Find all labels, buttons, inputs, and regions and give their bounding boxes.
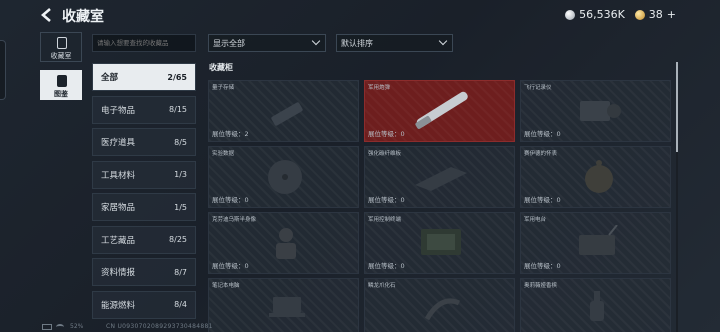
page-title: 收藏室 — [62, 9, 104, 25]
bust-statue-icon — [276, 228, 296, 259]
laptop-icon — [269, 297, 305, 317]
item-card[interactable]: 克劳迪乌斯半身像 展位等级：0 — [208, 212, 359, 274]
add-currency-button[interactable]: + — [667, 8, 676, 21]
category-item[interactable]: 工艺藏品 8/25 — [92, 225, 196, 254]
category-list: 全部 2/65 电子物品 8/15 医疗道具 8/5 工具材料 1/3 家居物品 1/5 … — [92, 63, 196, 323]
quantum-storage-icon — [271, 102, 303, 126]
item-name: 军用电台 — [524, 217, 547, 223]
category-count: 8/7 — [174, 267, 187, 277]
item-name: 实验数据 — [212, 151, 235, 157]
category-item[interactable]: 家居物品 1/5 — [92, 193, 196, 221]
military-radio-icon — [579, 225, 618, 255]
champagne-bottle-icon — [590, 291, 604, 321]
tab-label: 收藏室 — [50, 52, 72, 60]
item-name: 赛伊德的怀表 — [524, 151, 558, 157]
category-label: 资料情报 — [101, 268, 136, 278]
category-item[interactable]: 电子物品 8/15 — [92, 95, 196, 124]
silver-amount: 56,536K — [579, 8, 625, 21]
item-card[interactable]: 赛伊德的怀表 展位等级：0 — [520, 146, 671, 208]
item-name: 奥莉薇娅香槟 — [524, 283, 558, 289]
user-id: CN U0930702089293730484881 — [106, 323, 213, 330]
search-input[interactable] — [92, 34, 196, 52]
battery-icon — [42, 324, 52, 330]
flight-recorder-icon — [580, 101, 621, 121]
item-name: 笔记本电脑 — [212, 283, 240, 289]
item-level: 展位等级：0 — [524, 130, 561, 138]
artillery-shell-icon — [415, 91, 468, 129]
section-title: 收藏柜 — [209, 63, 233, 72]
category-count: 8/15 — [169, 105, 187, 114]
chevron-down-icon — [311, 36, 321, 46]
wifi-icon — [56, 324, 64, 330]
category-item[interactable]: 全部 2/65 — [92, 63, 196, 91]
display-filter-dropdown[interactable]: 显示全部 — [208, 34, 326, 52]
category-count: 8/5 — [174, 137, 187, 147]
item-name: 军用炮弹 — [368, 85, 391, 91]
category-label: 工艺藏品 — [101, 235, 136, 246]
status-bar: 52% CN U0930702089293730484881 — [0, 322, 720, 332]
dragon-claw-fossil-icon — [424, 298, 461, 321]
category-label: 电子物品 — [101, 105, 136, 116]
item-level: 展位等级：0 — [212, 196, 249, 204]
tab-collection-room[interactable]: 收藏室 — [40, 32, 82, 62]
item-name: 军用控制终端 — [368, 217, 402, 223]
military-terminal-icon — [421, 229, 461, 255]
category-label: 家居物品 — [101, 203, 136, 213]
pocket-watch-icon — [585, 160, 613, 193]
item-level: 展位等级：0 — [368, 130, 405, 138]
item-name: 克劳迪乌斯半身像 — [212, 217, 257, 223]
silver-coin-icon — [565, 9, 576, 20]
currency-display: 56,536K 38 + — [565, 8, 676, 21]
category-item[interactable]: 医疗道具 8/5 — [92, 128, 196, 156]
item-name: 强化碳纤维板 — [368, 151, 402, 157]
tab-catalog[interactable]: 图鉴 — [40, 70, 82, 100]
item-name: 飞行记录仪 — [524, 85, 552, 91]
sort-value: 默认排序 — [341, 39, 373, 48]
catalog-book-icon — [57, 75, 67, 87]
top-bar: 收藏室 56,536K 38 + — [0, 0, 720, 30]
collection-room-icon — [57, 37, 67, 49]
item-name: 鳞龙爪化石 — [368, 283, 396, 289]
item-level: 展位等级：0 — [212, 262, 249, 270]
item-level: 展位等级：0 — [368, 262, 405, 270]
item-card[interactable]: 飞行记录仪 展位等级：0 — [520, 80, 671, 142]
item-level: 展位等级：2 — [212, 130, 249, 138]
gold-amount: 38 — [648, 8, 663, 21]
item-name: 量子存储 — [212, 85, 235, 91]
item-card[interactable]: 实验数据 展位等级：0 — [208, 146, 359, 208]
category-count: 1/3 — [174, 170, 187, 179]
chevron-down-icon — [438, 36, 448, 46]
item-level: 展位等级：0 — [524, 196, 561, 204]
category-item[interactable]: 工具材料 1/3 — [92, 160, 196, 189]
back-arrow-icon[interactable] — [38, 6, 56, 24]
gold-coin-icon — [634, 9, 645, 20]
display-filter-value: 显示全部 — [213, 39, 245, 48]
battery-percent: 52% — [70, 323, 84, 330]
item-level: 展位等级：0 — [368, 196, 405, 204]
category-count: 2/65 — [167, 72, 187, 82]
item-card[interactable]: 军用炮弹 展位等级：0 — [364, 80, 515, 142]
category-label: 能源燃料 — [101, 300, 136, 311]
item-card[interactable]: 强化碳纤维板 展位等级：0 — [364, 146, 515, 208]
carbon-fiber-plate-icon — [415, 167, 467, 191]
scrollbar-thumb[interactable] — [676, 62, 678, 152]
category-item[interactable]: 资料情报 8/7 — [92, 258, 196, 286]
category-count: 8/25 — [169, 235, 187, 244]
category-label: 医疗道具 — [101, 138, 136, 148]
category-label: 全部 — [101, 73, 119, 83]
side-drawer-handle[interactable] — [0, 40, 6, 100]
item-card[interactable]: 军用电台 展位等级：0 — [520, 212, 671, 274]
item-card[interactable]: 量子存储 展位等级：2 — [208, 80, 359, 142]
category-item[interactable]: 能源燃料 8/4 — [92, 290, 196, 319]
category-count: 1/5 — [174, 202, 187, 212]
experiment-data-disc-icon — [268, 160, 302, 194]
category-label: 工具材料 — [101, 170, 136, 181]
sort-dropdown[interactable]: 默认排序 — [336, 34, 453, 52]
tab-label: 图鉴 — [54, 90, 68, 98]
item-level: 展位等级：0 — [524, 262, 561, 270]
category-count: 8/4 — [174, 300, 187, 309]
item-card[interactable]: 军用控制终端 展位等级：0 — [364, 212, 515, 274]
